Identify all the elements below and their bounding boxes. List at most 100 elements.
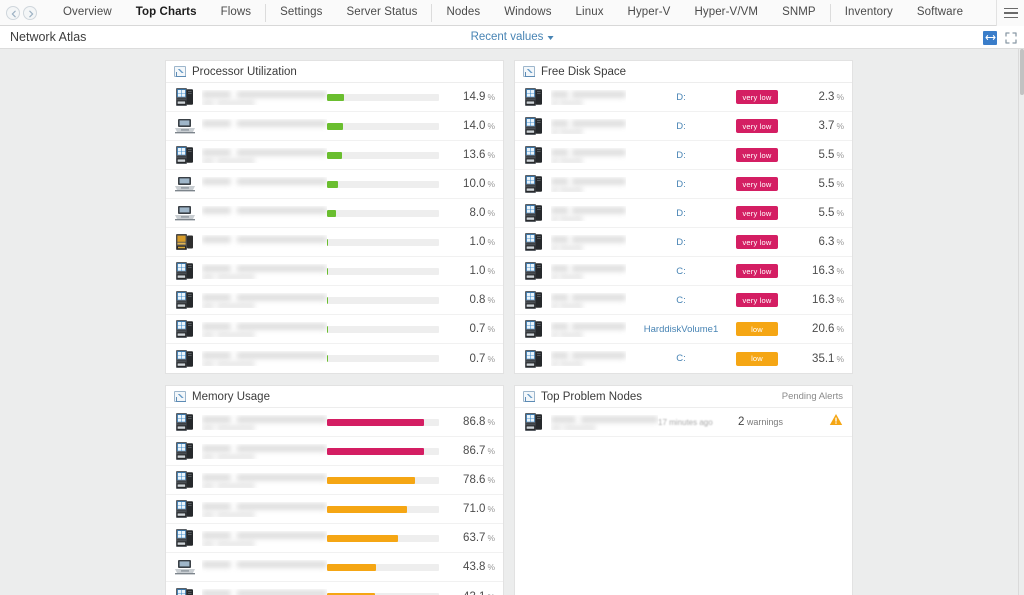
server-tower-icon [522, 411, 546, 433]
node-name-redacted [551, 351, 626, 366]
table-row[interactable]: D: very low 5.5% [515, 141, 852, 170]
fullscreen-expand-icon[interactable] [1004, 31, 1018, 45]
server-tower-icon [522, 144, 546, 166]
disk-volume-link[interactable]: C: [626, 353, 736, 364]
metric-number: 1.0 [469, 265, 486, 277]
metric-unit: % [487, 562, 495, 572]
metric-value: 16.3% [796, 265, 844, 277]
metric-unit: % [836, 266, 844, 276]
memory-bar [327, 505, 439, 513]
table-row[interactable]: D: very low 5.5% [515, 170, 852, 199]
table-row[interactable]: 43.1% [166, 582, 503, 595]
metric-number: 78.6 [463, 474, 486, 486]
disk-volume-link[interactable]: D: [626, 150, 736, 161]
disk-volume-link[interactable]: C: [626, 266, 736, 277]
table-row[interactable]: 13.6% [166, 141, 503, 170]
table-row[interactable]: 10.0% [166, 170, 503, 199]
panel-title-problem_nodes: Top Problem Nodes [541, 390, 642, 403]
nav-item-overview[interactable]: Overview [51, 0, 124, 25]
warning-count: 2 warnings [738, 416, 828, 428]
table-row[interactable]: 14.0% [166, 112, 503, 141]
page-scrollbar[interactable] [1018, 49, 1024, 595]
header-tools [983, 26, 1018, 49]
pending-alerts-label: Pending Alerts [781, 391, 843, 402]
table-row[interactable]: 1.0% [166, 257, 503, 286]
nav-item-snmp[interactable]: SNMP [770, 0, 828, 25]
table-row[interactable]: 78.6% [166, 466, 503, 495]
table-row[interactable]: C: very low 16.3% [515, 257, 852, 286]
table-row[interactable]: 8.0% [166, 199, 503, 228]
table-row[interactable]: 14.9% [166, 83, 503, 112]
panel-header-processor: Processor Utilization [166, 61, 503, 83]
table-row[interactable]: 86.8% [166, 408, 503, 437]
values-range-selector[interactable]: Recent values [471, 31, 554, 43]
table-row[interactable]: 1.0% [166, 228, 503, 257]
table-row[interactable]: C: very low 16.3% [515, 286, 852, 315]
metric-number: 6.3 [818, 236, 835, 248]
table-row[interactable]: D: very low 6.3% [515, 228, 852, 257]
disk-volume-link[interactable]: HarddiskVolume1 [626, 324, 736, 335]
nav-history-arrows [6, 5, 37, 20]
table-row[interactable]: D: very low 5.5% [515, 199, 852, 228]
metric-unit: % [487, 266, 495, 276]
node-name-redacted [202, 473, 327, 488]
panel-header-problem_nodes: Top Problem Nodes Pending Alerts [515, 386, 852, 408]
disk-volume-link[interactable]: D: [626, 208, 736, 219]
server-tower-icon [522, 115, 546, 137]
table-row[interactable]: C: low 35.1% [515, 344, 852, 373]
panel-memory: Memory Usage 86.8% 86.7% 78.6% 71.0% 63.7% 43.… [165, 385, 504, 595]
table-row[interactable]: 0.7% [166, 344, 503, 373]
disk-volume-link[interactable]: D: [626, 121, 736, 132]
utilization-bar [327, 209, 439, 217]
table-row[interactable]: 17 minutes ago 2 warnings [515, 408, 852, 437]
metric-unit: % [487, 295, 495, 305]
node-name-redacted [202, 90, 327, 105]
forward-arrow-icon[interactable] [23, 5, 37, 20]
nav-item-windows[interactable]: Windows [492, 0, 563, 25]
memory-bar [327, 563, 439, 571]
nav-item-hyper-v[interactable]: Hyper-V [616, 0, 683, 25]
nav-item-settings[interactable]: Settings [268, 0, 334, 25]
metric-unit: % [487, 592, 495, 595]
table-row[interactable]: 0.8% [166, 286, 503, 315]
back-arrow-icon[interactable] [6, 5, 20, 20]
table-row[interactable]: 0.7% [166, 315, 503, 344]
metric-unit: % [487, 324, 495, 334]
page-title: Network Atlas [10, 30, 87, 44]
disk-volume-link[interactable]: C: [626, 295, 736, 306]
server-tower-icon [522, 202, 546, 224]
table-row[interactable]: D: very low 2.3% [515, 83, 852, 112]
table-row[interactable]: 43.8% [166, 553, 503, 582]
nav-item-flows[interactable]: Flows [209, 0, 264, 25]
node-name-redacted [202, 148, 327, 163]
table-row[interactable]: HarddiskVolume1 low 20.6% [515, 315, 852, 344]
table-row[interactable]: 86.7% [166, 437, 503, 466]
metric-unit: % [836, 237, 844, 247]
horizontal-resize-icon[interactable] [983, 30, 997, 45]
memory-bar [327, 418, 439, 426]
status-badge: low [736, 322, 778, 336]
metric-value: 2.3% [796, 91, 844, 103]
disk-volume-link[interactable]: D: [626, 92, 736, 103]
metric-unit: % [487, 121, 495, 131]
panel-problem_nodes: Top Problem Nodes Pending Alerts 17 minute… [514, 385, 853, 595]
node-name-redacted [202, 351, 327, 366]
table-row[interactable]: 63.7% [166, 524, 503, 553]
server-tower-icon [522, 289, 546, 311]
nav-item-inventory[interactable]: Inventory [833, 0, 905, 25]
disk-volume-link[interactable]: D: [626, 179, 736, 190]
nav-item-top-charts[interactable]: Top Charts [124, 0, 209, 25]
disk-volume-link[interactable]: D: [626, 237, 736, 248]
warning-triangle-icon[interactable] [828, 413, 844, 431]
table-row[interactable]: D: very low 3.7% [515, 112, 852, 141]
nav-separator [829, 3, 831, 22]
nav-item-hyper-v-vm[interactable]: Hyper-V/VM [682, 0, 770, 25]
node-name-redacted [202, 206, 327, 221]
warning-number: 2 [738, 416, 745, 428]
table-row[interactable]: 71.0% [166, 495, 503, 524]
nav-item-software[interactable]: Software [905, 0, 975, 25]
hamburger-menu-icon[interactable] [996, 0, 1024, 26]
nav-item-server-status[interactable]: Server Status [334, 0, 429, 25]
nav-item-linux[interactable]: Linux [564, 0, 616, 25]
nav-item-nodes[interactable]: Nodes [434, 0, 492, 25]
